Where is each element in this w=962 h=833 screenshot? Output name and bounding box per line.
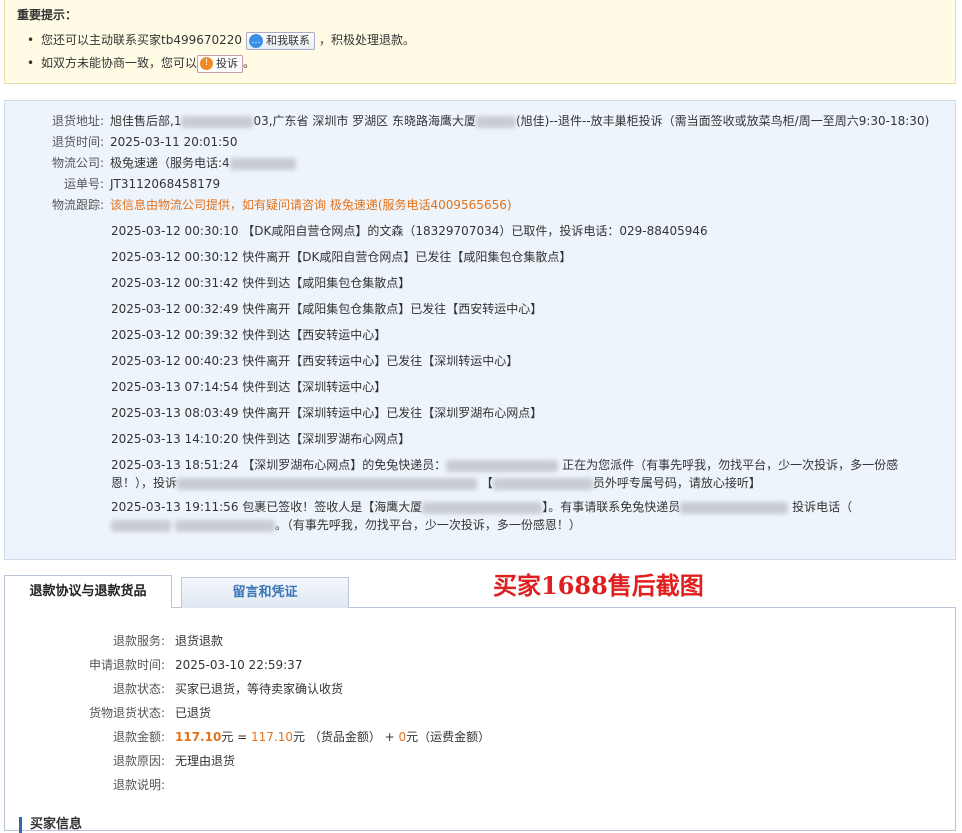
goods-status-label: 货物退货状态: bbox=[88, 706, 165, 720]
refund-reason-value: 无理由退货 bbox=[175, 754, 236, 768]
refund-tabs: 退款协议与退款货品 留言和凭证 bbox=[4, 575, 956, 609]
contact-button-label: 和我联系 bbox=[266, 33, 311, 47]
notice-text: 您还可以主动联系买家tb499670220 bbox=[41, 33, 243, 47]
address-part: 旭佳售后部,1 bbox=[110, 114, 182, 128]
amount-text: 元（运费金额） bbox=[406, 730, 491, 744]
trace-text: 【 bbox=[480, 476, 493, 490]
trace-text: 员外呼专属号码，请放心接听】 bbox=[592, 476, 761, 490]
refund-reason-row: 退款原因: 无理由退货 bbox=[5, 749, 955, 773]
refund-explain-label: 退款说明: bbox=[112, 778, 165, 792]
trace-text: 投诉电话（ bbox=[792, 500, 853, 514]
return-logistics-panel: 退货地址: 旭佳售后部,1 03,广东省 深圳市 罗湖区 东晓路海鹰大厦 (旭佳)-… bbox=[4, 100, 956, 560]
redacted-block bbox=[446, 459, 559, 472]
tab-messages-evidence[interactable]: 留言和凭证 bbox=[181, 577, 349, 608]
redacted-block bbox=[181, 115, 254, 128]
amount-text: 元 = bbox=[221, 730, 251, 744]
trace-list: 2025-03-12 00:30:10 【DK咸阳自营仓网点】的文森（18329… bbox=[111, 218, 955, 534]
refund-amount-row: 退款金额: 117.10元 = 117.10元 （货品金额） + 0元（运费金额… bbox=[5, 725, 955, 749]
notice-text: ，积极处理退款。 bbox=[319, 33, 416, 47]
logistics-company-label: 物流公司: bbox=[51, 156, 104, 170]
complain-button[interactable]: ! 投诉 bbox=[197, 54, 244, 73]
refund-reason-label: 退款原因: bbox=[112, 754, 165, 768]
refund-details: 退款服务: 退货退款 申请退款时间: 2025-03-10 22:59:37 退… bbox=[4, 608, 956, 833]
tracking-number-row: 运单号: JT3112068458179 bbox=[5, 174, 955, 195]
tracking-number-value: JT3112068458179 bbox=[110, 177, 221, 191]
goods-amount: 117.10 bbox=[251, 730, 293, 744]
trace-item: 2025-03-13 08:03:49 快件离开【深圳转运中心】已发往【深圳罗湖… bbox=[111, 406, 543, 420]
company-text: 极兔速递（服务电话:4 bbox=[110, 156, 230, 170]
trace-item: 2025-03-13 19:11:56 包裹已签收！签收人是【海鹰大厦 】。有事请… bbox=[111, 498, 901, 534]
refund-explain-value bbox=[165, 773, 175, 797]
refund-status-value: 买家已退货，等待卖家确认收货 bbox=[175, 682, 344, 696]
refund-service-label: 退款服务: bbox=[112, 634, 165, 648]
notice-list: 您还可以主动联系买家tb499670220…和我联系，积极处理退款。 如双方未能… bbox=[17, 29, 943, 75]
tracking-number-label: 运单号: bbox=[63, 177, 104, 191]
return-time-label: 退货时间: bbox=[51, 135, 104, 149]
trace-item: 2025-03-12 00:40:23 快件离开【西安转运中心】已发往【深圳转运… bbox=[111, 354, 519, 368]
return-time-row: 退货时间: 2025-03-11 20:01:50 bbox=[5, 132, 955, 153]
notice-title: 重要提示： bbox=[17, 8, 78, 22]
trace-text: 】。有事请联系免兔快递员 bbox=[542, 500, 681, 514]
return-address-value: 旭佳售后部,1 03,广东省 深圳市 罗湖区 东晓路海鹰大厦 (旭佳)--退件--放… bbox=[104, 111, 929, 132]
apply-time-value: 2025-03-10 22:59:37 bbox=[175, 658, 303, 672]
refund-amount-value: 117.10元 = 117.10元 （货品金额） + 0元（运费金额） bbox=[165, 725, 490, 749]
trace-item: 2025-03-13 07:14:54 快件到达【深圳转运中心】 bbox=[111, 380, 387, 394]
trace-item: 2025-03-12 00:32:49 快件离开【咸阳集包仓集散点】已发往【西安… bbox=[111, 302, 543, 316]
refund-status-label: 退款状态: bbox=[112, 682, 165, 696]
trace-text: 2025-03-13 18:51:24 【深圳罗湖布心网点】的免兔快递员： bbox=[111, 458, 447, 472]
trace-text: 。（有事先呼我，勿找平台，少一次投诉，多一份感恩！） bbox=[274, 518, 581, 532]
address-part: 03,广东省 深圳市 罗湖区 东晓路海鹰大厦 bbox=[253, 114, 476, 128]
logistics-company-value: 极兔速递（服务电话:4 bbox=[104, 153, 296, 174]
return-time-value: 2025-03-11 20:01:50 bbox=[110, 135, 238, 149]
return-address-row: 退货地址: 旭佳售后部,1 03,广东省 深圳市 罗湖区 东晓路海鹰大厦 (旭佳)-… bbox=[5, 111, 955, 132]
redacted-block bbox=[475, 115, 516, 128]
apply-time-row: 申请退款时间: 2025-03-10 22:59:37 bbox=[5, 653, 955, 677]
redacted-block bbox=[422, 501, 543, 514]
notice-item-complain: 如双方未能协商一致，您可以!投诉。 bbox=[27, 52, 943, 75]
trace-text: 2025-03-13 19:11:56 包裹已签收！签收人是【海鹰大厦 bbox=[111, 500, 423, 514]
trace-label: 物流跟踪: bbox=[51, 198, 104, 212]
notice-text: 。 bbox=[243, 56, 256, 70]
trace-item: 2025-03-12 00:30:12 快件离开【DK咸阳自营仓网点】已发往【咸… bbox=[111, 250, 572, 264]
refund-total: 117.10 bbox=[175, 730, 222, 744]
important-notice: 重要提示： 您还可以主动联系买家tb499670220…和我联系，积极处理退款。… bbox=[4, 0, 956, 84]
redacted-block bbox=[111, 519, 171, 532]
notice-text: 如双方未能协商一致，您可以 bbox=[41, 56, 198, 70]
tab-refund-agreement[interactable]: 退款协议与退款货品 bbox=[4, 575, 172, 609]
complain-icon: ! bbox=[200, 57, 214, 70]
trace-item: 2025-03-12 00:30:10 【DK咸阳自营仓网点】的文森（18329… bbox=[111, 224, 708, 238]
trace-item: 2025-03-12 00:39:32 快件到达【西安转运中心】 bbox=[111, 328, 387, 342]
address-part: (旭佳)--退件--放丰巢柜投诉（需当面签收或放菜鸟柜/周一至周六9:30-18… bbox=[515, 114, 930, 128]
return-address-label: 退货地址: bbox=[51, 114, 104, 128]
trace-item: 2025-03-13 18:51:24 【深圳罗湖布心网点】的免兔快递员： 正在… bbox=[111, 456, 901, 492]
chat-icon: … bbox=[249, 33, 264, 48]
notice-item-contact: 您还可以主动联系买家tb499670220…和我联系，积极处理退款。 bbox=[27, 29, 943, 52]
trace-item: 2025-03-12 00:31:42 快件到达【咸阳集包仓集散点】 bbox=[111, 276, 411, 290]
refund-status-row: 退款状态: 买家已退货，等待卖家确认收货 bbox=[5, 677, 955, 701]
redacted-block bbox=[177, 477, 478, 490]
refund-service-value: 退货退款 bbox=[175, 634, 224, 648]
logistics-company-row: 物流公司: 极兔速递（服务电话:4 bbox=[5, 153, 955, 174]
trace-row: 物流跟踪: 该信息由物流公司提供，如有疑问请咨询 极兔速递(服务电话400956… bbox=[5, 195, 955, 216]
trace-item: 2025-03-13 14:10:20 快件到达【深圳罗湖布心网点】 bbox=[111, 432, 411, 446]
refund-service-row: 退款服务: 退货退款 bbox=[5, 629, 955, 653]
shipping-amount: 0 bbox=[398, 730, 407, 744]
redacted-block bbox=[492, 477, 593, 490]
redacted-block bbox=[174, 519, 275, 532]
trace-note: 该信息由物流公司提供，如有疑问请咨询 极兔速递(服务电话4009565656) bbox=[110, 198, 512, 212]
screenshot-annotation: 买家1688售后截图 bbox=[493, 571, 704, 600]
redacted-block bbox=[680, 501, 789, 514]
goods-status-row: 货物退货状态: 已退货 bbox=[5, 701, 955, 725]
contact-buyer-button[interactable]: … 和我联系 bbox=[246, 31, 316, 50]
redacted-block bbox=[229, 157, 296, 170]
refund-amount-label: 退款金额: bbox=[112, 730, 165, 744]
amount-text: 元 （货品金额） + bbox=[293, 730, 399, 744]
complain-button-label: 投诉 bbox=[216, 56, 239, 70]
apply-time-label: 申请退款时间: bbox=[88, 658, 165, 672]
refund-explain-row: 退款说明: bbox=[5, 773, 955, 797]
goods-status-value: 已退货 bbox=[175, 706, 212, 720]
